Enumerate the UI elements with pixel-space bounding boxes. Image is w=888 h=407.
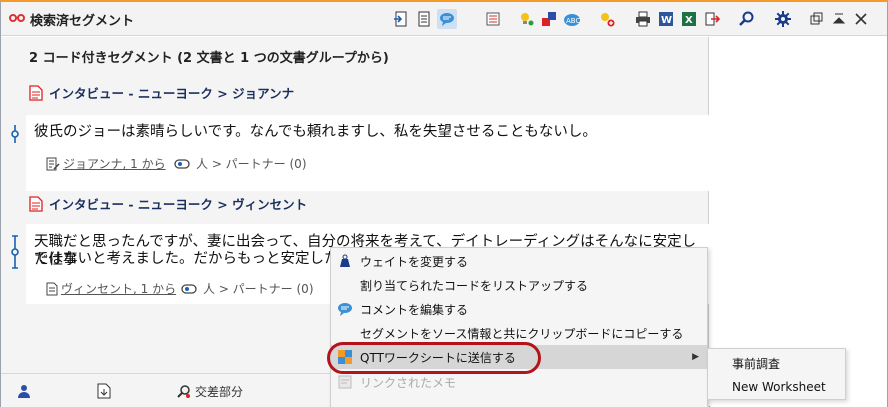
excel-export-button[interactable]: X xyxy=(679,9,699,29)
menu-item-send-to-qtt[interactable]: QTTワークシートに送信する ▶ xyxy=(331,345,707,369)
menu-item-list-assigned-codes[interactable]: 割り当てられたコードをリストアップする xyxy=(331,273,707,297)
print-button[interactable] xyxy=(633,9,653,29)
submenu-item-worksheet[interactable]: 事前調査 xyxy=(708,351,845,375)
user-weight-button[interactable] xyxy=(17,383,33,399)
collapse-icon xyxy=(832,13,846,24)
intersection-search-icon xyxy=(177,384,190,398)
retrieved-segments-window: 検索済セグメント ABC W X 2 コード付きセグメント (2 文書と 1 つ… xyxy=(0,0,888,407)
submenu-item-new-worksheet[interactable]: New Worksheet xyxy=(708,375,845,399)
export-icon xyxy=(705,12,720,26)
qtt-worksheet-icon xyxy=(338,350,352,364)
intersection-label: 交差部分 xyxy=(195,385,244,399)
color-code-icon xyxy=(542,12,556,26)
segment-code-label: 人 > パートナー (0) xyxy=(203,282,314,296)
submenu-item-label: 事前調査 xyxy=(732,356,781,371)
weight-icon xyxy=(340,254,350,267)
svg-text:X: X xyxy=(685,15,693,26)
document-header-label: インタビュー - ニューヨーク > ジョアンナ xyxy=(49,86,295,101)
list-view-icon xyxy=(418,11,430,27)
close-icon xyxy=(855,13,867,25)
menu-item-label: ウェイトを変更する xyxy=(360,254,469,269)
segment-source-link[interactable]: ジョアンナ, 1 から xyxy=(46,155,166,172)
intersection-button[interactable]: 交差部分 xyxy=(176,383,243,400)
settings-button[interactable] xyxy=(773,9,793,29)
close-button[interactable] xyxy=(851,9,871,29)
segment-code[interactable]: 人 > パートナー (0) xyxy=(174,155,307,172)
segment-code[interactable]: 人 > パートナー (0) xyxy=(181,280,314,297)
restore-window-icon xyxy=(810,12,823,25)
list-view-button[interactable] xyxy=(414,9,434,29)
qtt-submenu: 事前調査 New Worksheet xyxy=(707,348,846,400)
document-download-button[interactable] xyxy=(97,383,111,399)
segment-bracket-icon xyxy=(11,125,19,143)
comment-view-button[interactable] xyxy=(437,9,457,29)
segment-text[interactable]: 彼氏のジョーは素晴らしいです。なんでも頼れますし、私を失望させることもないし。 xyxy=(34,123,597,141)
word-export-icon: W xyxy=(659,12,673,26)
retrieve-segments-button[interactable] xyxy=(391,9,411,29)
comment-view-icon xyxy=(440,13,454,26)
segment-source-label: ジョアンナ, 1 から xyxy=(63,157,166,171)
word-export-button[interactable]: W xyxy=(656,9,676,29)
retrieved-segments-app-icon xyxy=(9,14,25,22)
menu-item-copy-with-source[interactable]: セグメントをソース情報と共にクリップボードにコピーする xyxy=(331,321,707,345)
menu-item-label: 割り当てられたコードをリストアップする xyxy=(360,278,589,293)
menu-item-label: QTTワークシートに送信する xyxy=(360,350,516,365)
linked-memo-icon xyxy=(338,375,352,389)
search-button[interactable] xyxy=(737,9,757,29)
document-download-icon xyxy=(97,383,111,399)
document-header[interactable]: インタビュー - ニューヨーク > ヴィンセント xyxy=(29,194,307,213)
submenu-item-label: New Worksheet xyxy=(732,380,826,394)
menu-item-edit-comment[interactable]: コメントを編集する xyxy=(331,297,707,321)
spellcheck-abc-icon: ABC xyxy=(564,14,580,26)
edit-document-icon xyxy=(46,157,60,170)
window-title: 検索済セグメント xyxy=(30,14,135,29)
code-lightbulb-button[interactable] xyxy=(516,9,536,29)
document-icon xyxy=(46,282,58,295)
segment-source-link[interactable]: ヴィンセント, 1 から xyxy=(46,280,176,297)
settings-gear-icon xyxy=(775,11,791,27)
spellcheck-button[interactable]: ABC xyxy=(562,9,582,29)
segments-summary: 2 コード付きセグメント (2 文書と 1 つの文書グループから) xyxy=(29,51,389,66)
retrieve-segments-icon xyxy=(394,11,407,27)
menu-item-label: コメントを編集する xyxy=(360,302,469,317)
code-add-button[interactable] xyxy=(597,9,617,29)
code-tag-icon xyxy=(174,158,190,169)
text-document-icon xyxy=(29,84,43,101)
menu-item-linked-memo[interactable]: リンクされたメモ xyxy=(331,370,707,394)
coded-segment[interactable]: 彼氏のジョーは素晴らしいです。なんでも頼れますし、私を失望させることもないし。 … xyxy=(11,115,709,191)
code-add-icon xyxy=(601,13,615,27)
comment-icon xyxy=(338,303,352,316)
code-lightbulb-icon xyxy=(521,13,534,26)
filter-button[interactable] xyxy=(483,9,503,29)
user-icon xyxy=(18,385,30,398)
title-bar: 検索済セグメント ABC W X xyxy=(1,2,887,36)
menu-item-label: セグメントをソース情報と共にクリップボードにコピーする xyxy=(360,326,684,341)
filter-icon xyxy=(486,12,500,26)
submenu-arrow-icon: ▶ xyxy=(692,352,699,362)
context-menu: ウェイトを変更する 割り当てられたコードをリストアップする コメントを編集する … xyxy=(330,247,708,407)
segment-code-label: 人 > パートナー (0) xyxy=(196,157,307,171)
document-header-label: インタビュー - ニューヨーク > ヴィンセント xyxy=(49,197,308,212)
segment-bracket-icon xyxy=(11,235,19,269)
print-icon xyxy=(636,11,650,27)
segment-source-label: ヴィンセント, 1 から xyxy=(61,282,177,296)
svg-text:W: W xyxy=(661,15,672,26)
document-header[interactable]: インタビュー - ニューヨーク > ジョアンナ xyxy=(29,83,294,102)
menu-item-change-weight[interactable]: ウェイトを変更する xyxy=(331,249,707,273)
color-code-button[interactable] xyxy=(539,9,559,29)
svg-text:ABC: ABC xyxy=(566,17,580,25)
export-button[interactable] xyxy=(702,9,722,29)
restore-window-button[interactable] xyxy=(807,9,827,29)
excel-export-icon: X xyxy=(682,12,696,26)
code-tag-icon xyxy=(181,283,197,294)
text-document-edit-icon xyxy=(29,195,43,212)
menu-item-label: リンクされたメモ xyxy=(360,375,457,390)
collapse-button[interactable] xyxy=(829,9,849,29)
search-icon xyxy=(739,11,754,26)
segment-text-line[interactable]: ではないと考えました。だからもっと安定した仕事 xyxy=(34,250,368,268)
